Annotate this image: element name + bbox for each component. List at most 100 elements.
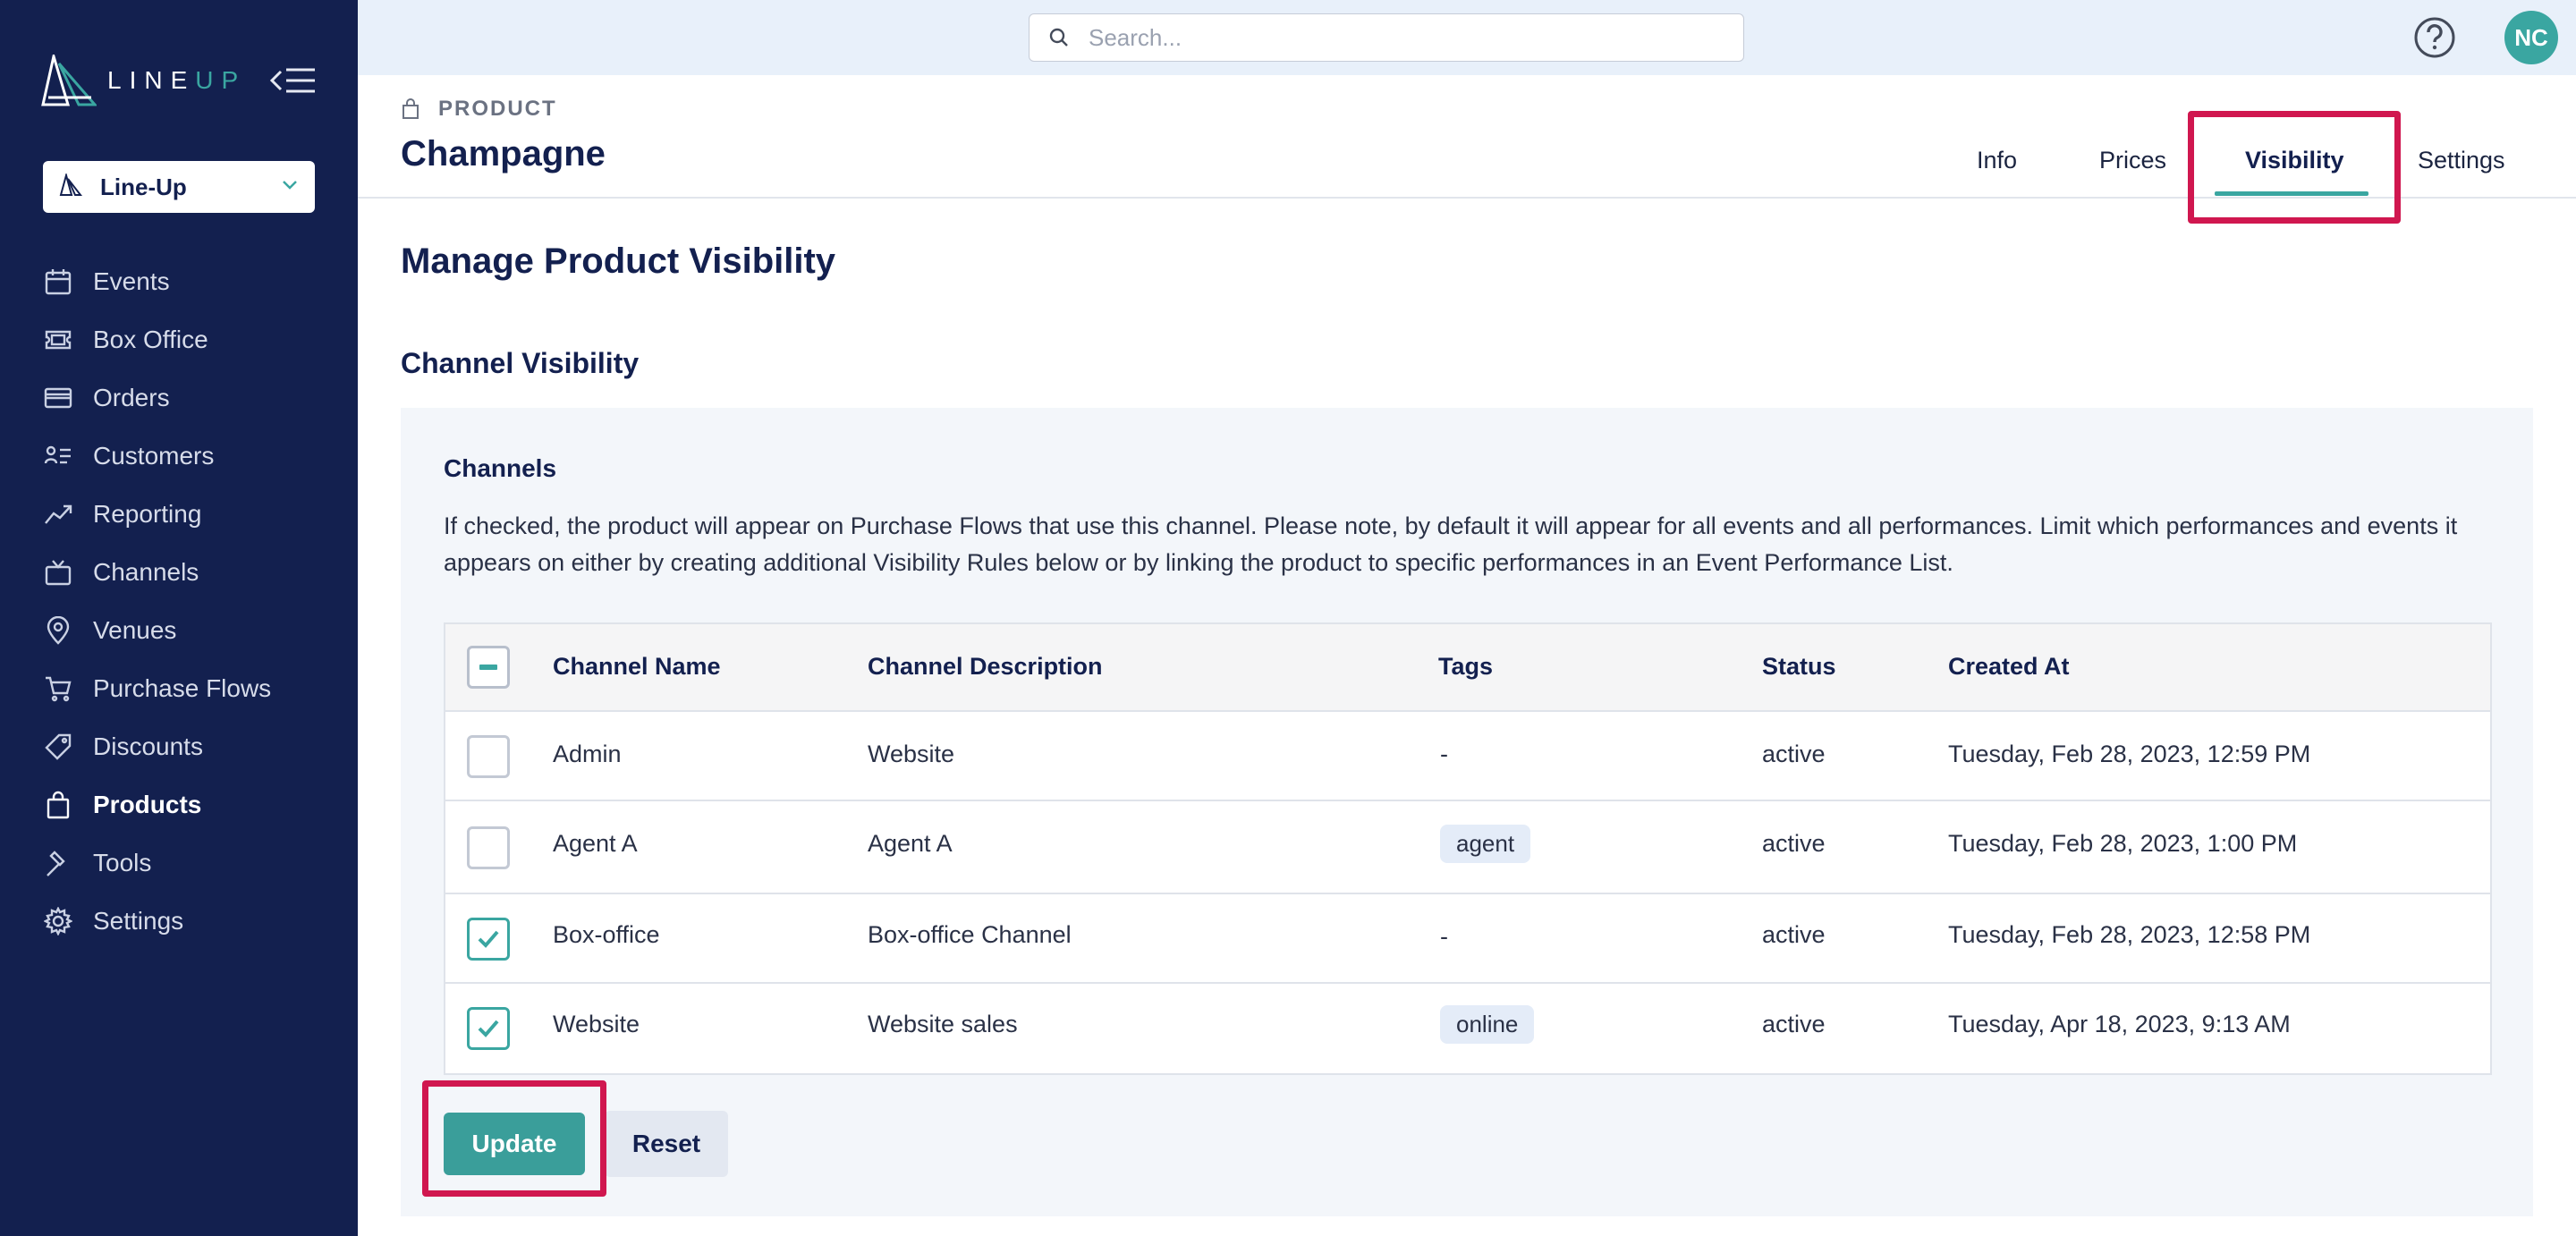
sidebar-item-tools[interactable]: Tools — [43, 834, 329, 892]
row-checkbox[interactable] — [467, 826, 510, 869]
sidebar-item-label: Reporting — [93, 499, 202, 528]
channel-name: Website — [553, 1011, 640, 1037]
sidebar-item-customers[interactable]: Customers — [43, 427, 329, 485]
channel-created-at: Tuesday, Feb 28, 2023, 12:58 PM — [1948, 921, 2311, 948]
sidebar-item-events[interactable]: Events — [43, 252, 329, 310]
tv-icon — [43, 557, 73, 588]
column-header-tags[interactable]: Tags — [1438, 653, 1493, 681]
shopping-bag-icon — [43, 790, 73, 820]
collapse-sidebar-button[interactable] — [269, 63, 317, 98]
sidebar-item-label: Products — [93, 790, 202, 818]
column-header-status[interactable]: Status — [1762, 653, 1836, 681]
checkmark-icon — [478, 1020, 499, 1037]
sidebar-item-purchase-flows[interactable]: Purchase Flows — [43, 659, 329, 717]
customers-icon — [43, 441, 73, 471]
channel-status: active — [1762, 830, 1826, 857]
sidebar-item-settings[interactable]: Settings — [43, 892, 329, 950]
sidebar-item-label: Discounts — [93, 732, 203, 760]
sidebar-item-label: Channels — [93, 557, 199, 586]
row-checkbox[interactable] — [467, 918, 510, 961]
sidebar-item-label: Venues — [93, 615, 177, 644]
logo-text: LINEUP — [107, 66, 247, 94]
tag-placeholder: - — [1440, 923, 1448, 950]
sidebar-item-label: Purchase Flows — [93, 673, 272, 702]
sidebar-item-label: Settings — [93, 906, 184, 935]
search-box[interactable] — [1029, 13, 1744, 62]
channel-created-at: Tuesday, Feb 28, 2023, 1:00 PM — [1948, 830, 2298, 857]
row-checkbox[interactable] — [467, 735, 510, 778]
lineup-logo[interactable]: LINEUP — [41, 54, 246, 107]
section-title: Channel Visibility — [401, 347, 640, 379]
channel-name: Admin — [553, 741, 622, 767]
organization-select[interactable]: Line-Up — [43, 161, 315, 213]
page-header: PRODUCT Champagne Info Prices Visibility… — [358, 75, 2576, 224]
channel-created-at: Tuesday, Apr 18, 2023, 9:13 AM — [1948, 1011, 2291, 1037]
user-avatar[interactable]: NC — [2504, 11, 2558, 64]
tab-info[interactable]: Info — [1977, 147, 2017, 174]
column-header-created-at[interactable]: Created At — [1948, 653, 2070, 681]
channel-description: Box-office Channel — [868, 921, 1072, 948]
sidebar-item-discounts[interactable]: Discounts — [43, 717, 329, 775]
reset-button[interactable]: Reset — [605, 1111, 728, 1177]
channel-name: Box-office — [553, 921, 660, 948]
table-row[interactable]: Website Website sales online active Tues… — [445, 984, 2490, 1075]
ticket-icon — [43, 325, 73, 355]
sidebar: LINEUP Line-Up Events Box Office Orders — [0, 0, 358, 1236]
sidebar-item-reporting[interactable]: Reporting — [43, 485, 329, 543]
search-input[interactable] — [1089, 23, 1724, 52]
sidebar-item-label: Customers — [93, 441, 215, 470]
cart-icon — [43, 673, 73, 704]
table-row[interactable]: Agent A Agent A agent active Tuesday, Fe… — [445, 801, 2490, 894]
tab-settings[interactable]: Settings — [2418, 147, 2505, 174]
main-title: Manage Product Visibility — [401, 241, 836, 281]
sidebar-item-label: Box Office — [93, 325, 208, 353]
sidebar-item-venues[interactable]: Venues — [43, 601, 329, 659]
sidebar-item-box-office[interactable]: Box Office — [43, 310, 329, 368]
highlight-box-update-button — [422, 1080, 606, 1197]
lineup-small-logo-icon — [59, 171, 83, 201]
search-icon — [1049, 28, 1068, 47]
map-pin-icon — [43, 615, 73, 646]
channel-status: active — [1762, 921, 1826, 948]
chevron-down-icon — [281, 179, 299, 196]
channels-table: Channel Name Channel Description Tags St… — [444, 622, 2492, 1075]
select-all-checkbox[interactable] — [467, 646, 510, 689]
channel-created-at: Tuesday, Feb 28, 2023, 12:59 PM — [1948, 741, 2311, 767]
lineup-logo-icon — [41, 55, 97, 106]
help-icon[interactable] — [2413, 16, 2456, 59]
sidebar-item-label: Tools — [93, 848, 152, 876]
channel-description: Agent A — [868, 830, 953, 857]
gear-icon — [43, 906, 73, 936]
sidebar-item-orders[interactable]: Orders — [43, 368, 329, 427]
tab-prices[interactable]: Prices — [2099, 147, 2166, 174]
tag-badge: online — [1440, 1005, 1535, 1044]
credit-card-icon — [43, 383, 73, 413]
tag-badge: agent — [1440, 825, 1531, 863]
tag-placeholder: - — [1440, 741, 1448, 767]
channel-description: Website sales — [868, 1011, 1018, 1037]
sidebar-item-channels[interactable]: Channels — [43, 543, 329, 601]
channel-status: active — [1762, 1011, 1826, 1037]
sidebar-item-products[interactable]: Products — [43, 775, 329, 834]
product-tabs: Info Prices Visibility Settings — [358, 75, 2576, 224]
calendar-icon — [43, 267, 73, 297]
tag-icon — [43, 732, 73, 762]
checkmark-icon — [478, 930, 499, 948]
chart-line-icon — [43, 499, 73, 529]
organization-label: Line-Up — [100, 173, 187, 200]
sidebar-item-label: Orders — [93, 383, 170, 411]
table-header: Channel Name Channel Description Tags St… — [445, 624, 2490, 712]
indeterminate-dash-icon — [479, 665, 497, 670]
channels-label: Channels — [444, 454, 557, 482]
collapse-menu-icon — [269, 68, 315, 93]
channel-status: active — [1762, 741, 1826, 767]
top-bar: NC — [358, 0, 2576, 75]
sidebar-nav: Events Box Office Orders Customers Repor… — [43, 252, 329, 950]
table-row[interactable]: Admin Website - active Tuesday, Feb 28, … — [445, 712, 2490, 801]
row-checkbox[interactable] — [467, 1007, 510, 1050]
channel-name: Agent A — [553, 830, 638, 857]
column-header-channel-name[interactable]: Channel Name — [553, 653, 721, 681]
column-header-channel-description[interactable]: Channel Description — [868, 653, 1103, 681]
channels-description: If checked, the product will appear on P… — [444, 512, 2458, 576]
table-row[interactable]: Box-office Box-office Channel - active T… — [445, 894, 2490, 984]
